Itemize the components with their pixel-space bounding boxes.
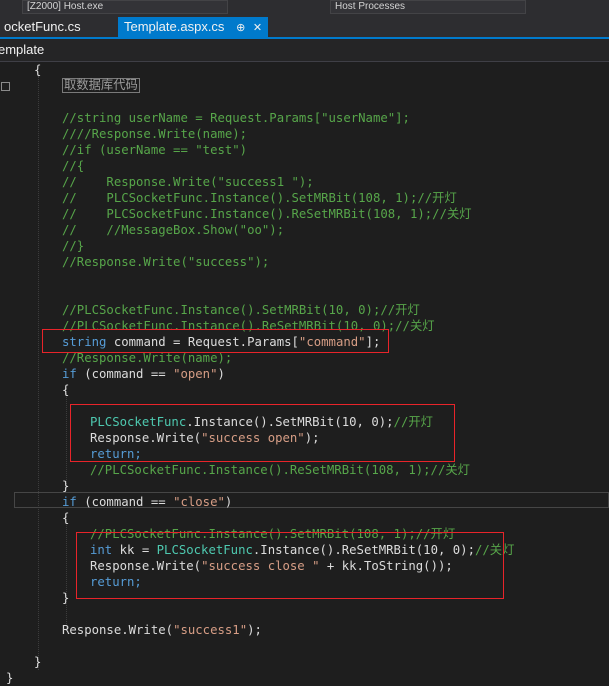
annotation-box: [42, 329, 389, 353]
code-text: ): [224, 495, 233, 509]
code-line: }: [62, 479, 70, 493]
indent-guide: [38, 76, 39, 670]
code-line: //PLCSocketFunc.Instance().ReSetMRBit(10…: [90, 463, 470, 477]
code-line: // //MessageBox.Show("oo");: [62, 223, 285, 237]
string-literal: "close": [173, 495, 225, 509]
code-line: {: [62, 511, 70, 525]
keyword: if: [62, 495, 77, 509]
annotation-box: [70, 404, 455, 462]
code-text: Response.Write(: [62, 623, 174, 637]
tab-template-aspx-cs[interactable]: Template.aspx.cs ⊕ ✕: [118, 17, 269, 37]
code-line: }: [34, 655, 42, 669]
toolbar: [Z2000] Host.exe Host Processes: [0, 0, 609, 18]
code-line: ////Response.Write(name);: [62, 127, 248, 141]
code-line: // Response.Write("success1 ");: [62, 175, 314, 189]
pin-icon[interactable]: ⊕: [236, 22, 245, 34]
code-line: //}: [62, 239, 85, 253]
region-label[interactable]: 取数据库代码: [62, 78, 140, 93]
code-line: //if (userName == "test"): [62, 143, 248, 157]
annotation-box: [76, 532, 504, 599]
code-text: );: [247, 623, 262, 637]
code-line: {: [34, 63, 42, 77]
process-dropdown[interactable]: [Z2000] Host.exe: [22, 0, 228, 14]
code-line: //PLCSocketFunc.Instance().SetMRBit(10, …: [62, 303, 420, 317]
code-text: (command ==: [76, 367, 174, 381]
code-line: //string userName = Request.Params["user…: [62, 111, 410, 125]
class-dropdown[interactable]: emplate: [0, 42, 44, 57]
close-icon[interactable]: ✕: [253, 22, 262, 34]
code-line: //{: [62, 159, 85, 173]
code-line: }: [6, 671, 14, 685]
gutter: [0, 62, 10, 682]
tab-label: Template.aspx.cs: [124, 19, 225, 34]
code-line: //Response.Write("success");: [62, 255, 270, 269]
tab-label: ocketFunc.cs: [4, 19, 81, 34]
code-line: if (command == "open"): [62, 366, 225, 382]
thread-dropdown[interactable]: Host Processes: [330, 0, 526, 14]
code-line: // PLCSocketFunc.Instance().SetMRBit(108…: [62, 191, 457, 205]
code-line: Response.Write("success1");: [62, 622, 262, 638]
code-line: {: [62, 383, 70, 397]
code-line: // PLCSocketFunc.Instance().ReSetMRBit(1…: [62, 207, 472, 221]
code-line: }: [62, 591, 70, 605]
code-line: if (command == "close"): [62, 494, 232, 510]
tab-plcsocketfunc[interactable]: ocketFunc.cs: [0, 17, 87, 37]
code-text: (command ==: [76, 495, 174, 509]
code-editor[interactable]: { 取数据库代码 //string userName = Request.Par…: [6, 62, 609, 685]
navigation-bar: emplate: [0, 39, 609, 62]
code-text: ): [217, 367, 225, 381]
fold-icon[interactable]: [1, 82, 10, 91]
document-tabs: ocketFunc.cs Template.aspx.cs ⊕ ✕: [0, 17, 609, 39]
string-literal: "open": [173, 367, 218, 381]
string-literal: "success1": [173, 623, 248, 637]
indent-guide: [66, 516, 67, 628]
indent-guide: [66, 388, 67, 488]
keyword: if: [62, 367, 77, 381]
